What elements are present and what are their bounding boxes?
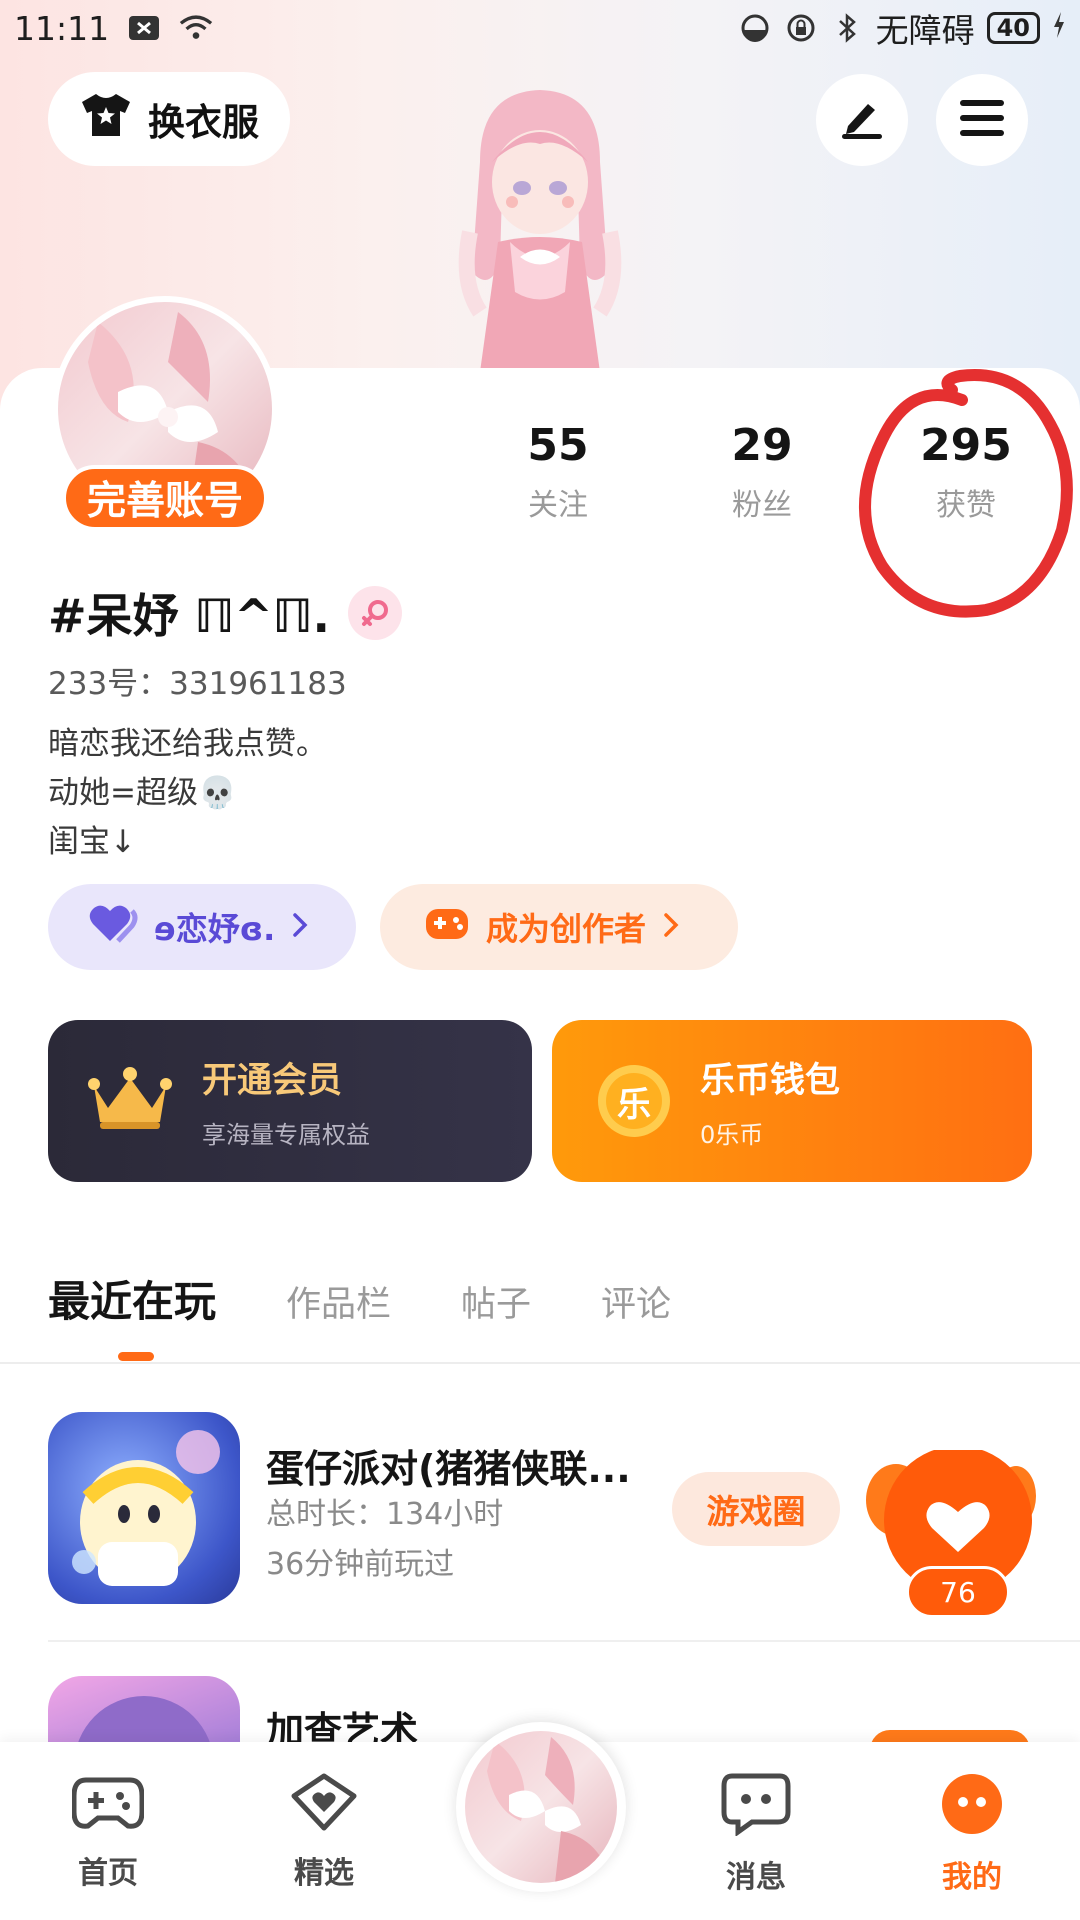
game-title[interactable]: 蛋仔派对(猪猪侠联... <box>266 1438 631 1493</box>
charging-icon <box>1052 9 1066 48</box>
vip-membership-card[interactable]: 开通会员 享海量专属权益 <box>48 1020 532 1182</box>
nav-center-avatar-button[interactable] <box>456 1722 626 1892</box>
nav-home[interactable]: 首页 <box>38 1772 178 1892</box>
notification-off-icon <box>127 11 161 45</box>
lock-icon <box>784 11 818 45</box>
chevron-right-icon <box>291 908 309 946</box>
heart-icon <box>88 903 138 951</box>
guild-button[interactable]: ɘ恋妤ɞ. <box>48 884 356 970</box>
stat-followers-value: 29 <box>731 420 793 471</box>
tab-comments[interactable]: 评论 <box>601 1276 671 1327</box>
nav-me-label: 我的 <box>942 1860 1002 1895</box>
nav-home-label: 首页 <box>78 1856 138 1891</box>
stat-following[interactable]: 55 关注 <box>478 418 638 524</box>
gamepad-icon <box>424 903 470 951</box>
tab-works[interactable]: 作品栏 <box>286 1276 391 1327</box>
coin-icon: 乐 <box>596 1063 672 1139</box>
divider <box>48 1640 1080 1642</box>
game-meta: 总时长：134小时 36分钟前玩过 <box>266 1490 503 1590</box>
battery-icon: 40 <box>986 12 1040 44</box>
become-creator-button[interactable]: 成为创作者 <box>380 884 738 970</box>
stat-following-value: 55 <box>527 420 589 471</box>
hamburger-menu-icon <box>960 98 1004 142</box>
wifi-icon <box>179 11 213 45</box>
nav-messages-label: 消息 <box>726 1860 786 1895</box>
nav-messages[interactable]: 消息 <box>686 1772 826 1896</box>
username: #呆妤 ℿ^ℿ. <box>48 589 330 643</box>
bio-line: 暗恋我还给我点赞。 <box>48 726 327 762</box>
vip-title: 开通会员 <box>202 1061 343 1101</box>
tab-recently-played[interactable]: 最近在玩 <box>48 1268 216 1329</box>
accessibility-label: 无障碍 <box>875 11 975 50</box>
stat-followers[interactable]: 29 粉丝 <box>682 418 842 524</box>
user-bio: 暗恋我还给我点赞。 动她=超级💀 闺宝↓ <box>48 720 327 867</box>
nav-featured[interactable]: 精选 <box>254 1772 394 1892</box>
status-bar: 11:11 无障碍 40 <box>0 0 1080 56</box>
profile-face-icon <box>938 1772 1006 1844</box>
chevron-right-icon <box>662 908 680 946</box>
stat-following-label: 关注 <box>528 488 588 523</box>
change-outfit-label: 换衣服 <box>148 101 259 144</box>
bluetooth-icon <box>830 11 864 45</box>
game-circle-button[interactable]: 游戏圈 <box>672 1472 840 1546</box>
female-gender-icon <box>347 586 402 640</box>
edit-profile-button[interactable] <box>816 74 908 166</box>
complete-account-button[interactable]: 完善账号 <box>62 465 268 531</box>
chat-icon <box>720 1772 792 1844</box>
bio-line: 闺宝↓ <box>48 824 136 860</box>
avatar <box>465 1731 617 1883</box>
guild-label: ɘ恋妤ɞ. <box>154 910 276 948</box>
change-outfit-button[interactable]: 换衣服 <box>48 72 290 166</box>
divider <box>0 1362 1080 1364</box>
become-creator-label: 成为创作者 <box>486 910 647 948</box>
like-count: 76 <box>906 1566 1010 1618</box>
red-highlight-annotation <box>840 360 1080 636</box>
menu-button[interactable] <box>936 74 1028 166</box>
tab-indicator <box>118 1352 154 1361</box>
gamepad-icon <box>71 1772 145 1840</box>
nav-featured-label: 精选 <box>294 1856 354 1891</box>
nav-me[interactable]: 我的 <box>902 1772 1042 1896</box>
coin-glyph: 乐 <box>617 1084 651 1125</box>
game-last-played: 36分钟前玩过 <box>266 1547 455 1582</box>
crown-icon <box>88 1064 172 1138</box>
wallet-subtitle: 0乐币 <box>700 1121 764 1149</box>
status-time: 11:11 <box>14 8 110 48</box>
featured-icon <box>288 1772 360 1840</box>
user-id: 233号：331961183 <box>48 666 347 702</box>
game-icon-gacha-art[interactable] <box>48 1676 240 1746</box>
tab-posts[interactable]: 帖子 <box>461 1276 531 1327</box>
data-saver-icon <box>738 11 772 45</box>
stat-followers-label: 粉丝 <box>732 488 792 523</box>
avatar-character-image[interactable] <box>440 82 640 372</box>
game-playtime: 总时长：134小时 <box>266 1497 504 1532</box>
bio-line: 动她=超级💀 <box>48 775 237 811</box>
tshirt-icon <box>78 91 134 148</box>
wallet-card[interactable]: 乐 乐币钱包 0乐币 <box>552 1020 1032 1182</box>
vip-subtitle: 享海量专属权益 <box>202 1121 370 1149</box>
pencil-icon <box>838 96 886 144</box>
game-icon-eggy-party[interactable] <box>48 1412 240 1604</box>
wallet-title: 乐币钱包 <box>700 1061 841 1101</box>
content-tabs: 最近在玩 作品栏 帖子 评论 <box>48 1268 741 1329</box>
